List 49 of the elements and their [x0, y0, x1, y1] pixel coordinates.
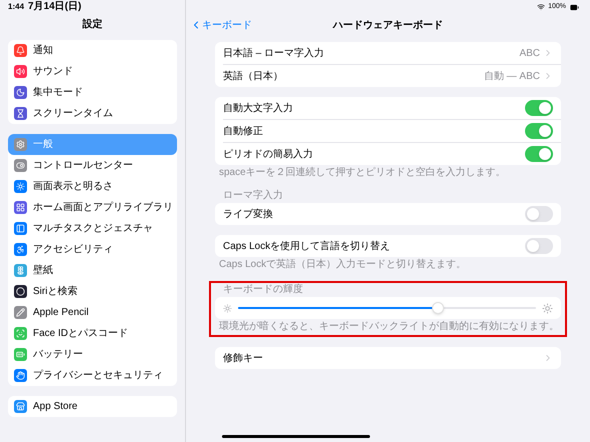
sidebar-item[interactable]: 画面表示と明るさ [8, 176, 177, 197]
sidebar-item[interactable]: アクセシビリティ [8, 239, 177, 260]
section-footer: Caps Lockで英語（日本）入力モードと切り替えます。 [215, 257, 561, 271]
settings-row[interactable]: 日本語 – ローマ字入力 ABC [215, 42, 561, 64]
page-title: ハードウェアキーボード [333, 18, 443, 32]
settings-row[interactable]: 英語（日本） 自動 — ABC [215, 65, 561, 87]
sidebar-item[interactable]: ホーム画面とアプリライブラリ [8, 197, 177, 218]
sidebar-item[interactable]: App Store [8, 396, 177, 417]
row-label: ライブ変換 [223, 208, 273, 222]
sidebar-item[interactable]: 壁紙 [8, 260, 177, 281]
row-label: 自動大文字入力 [223, 102, 293, 116]
toggle-switch[interactable] [525, 238, 553, 254]
sidebar-item[interactable]: Siriと検索 [8, 281, 177, 302]
sidebar-item[interactable]: スクリーンタイム [8, 103, 177, 124]
row-label: 英語（日本） [223, 70, 283, 84]
toggle-switch[interactable] [525, 206, 553, 222]
toggle-switch[interactable] [525, 146, 553, 162]
row-label: 自動修正 [223, 124, 263, 138]
sidebar-item[interactable]: Apple Pencil [8, 302, 177, 323]
section-footer: 環境光が暗くなると、キーボードバックライトが自動的に有効になります。 [215, 319, 561, 333]
row-label: Caps Lockを使用して言語を切り替え [223, 240, 390, 254]
row-label: ピリオドの簡易入力 [223, 148, 313, 162]
toggle-switch[interactable] [525, 123, 553, 139]
status-date: 7月14日(日) [28, 2, 82, 12]
settings-row[interactable]: 修飾キー [215, 347, 561, 369]
sidebar-item[interactable]: 集中モード [8, 82, 177, 103]
row-value: ABC [519, 46, 540, 60]
dim-sun-icon [223, 304, 232, 312]
wifi-icon [537, 3, 546, 11]
brightness-slider[interactable] [238, 302, 536, 314]
sidebar-item[interactable]: バッテリー [8, 344, 177, 365]
toggle-switch[interactable] [525, 100, 553, 116]
sidebar-title: 設定 [81, 17, 104, 32]
sidebar-item[interactable]: コントロールセンター [8, 155, 177, 176]
battery-icon [569, 2, 580, 12]
sidebar-item[interactable]: プライバシーとセキュリティ [8, 365, 177, 386]
row-label: 修飾キー [223, 352, 263, 366]
row-label: 日本語 – ローマ字入力 [223, 46, 324, 60]
sidebar-item[interactable]: 通知 [8, 40, 177, 61]
section-footer: spaceキーを２回連続して押すとピリオドと空白を入力します。 [215, 165, 561, 179]
sidebar-item[interactable]: Face IDとパスコード [8, 323, 177, 344]
sidebar-item[interactable]: マルチタスクとジェスチャ [8, 218, 177, 239]
row-value: 自動 — ABC [484, 70, 540, 84]
bright-sun-icon [542, 302, 553, 314]
status-time: 1:44 [8, 1, 24, 13]
back-button[interactable]: キーボード [190, 18, 252, 32]
sidebar-item[interactable]: サウンド [8, 61, 177, 82]
section-header: キーボードの輝度 [222, 283, 304, 297]
section-header: ローマ字入力 [222, 189, 284, 203]
